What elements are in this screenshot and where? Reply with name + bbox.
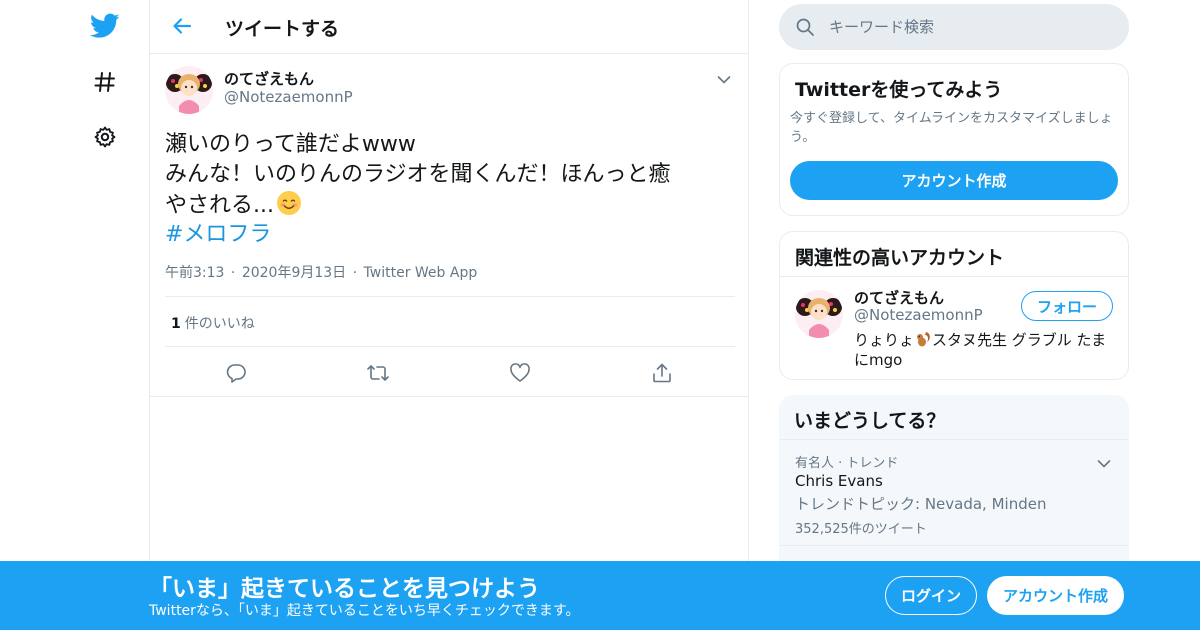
hashtag-link[interactable]: #メロフラ — [165, 222, 271, 247]
account-handle[interactable]: @NotezaemonnP — [854, 306, 983, 324]
trend-name: Chris Evans — [795, 472, 883, 490]
signup-card-title: Twitterを使ってみよう — [795, 79, 1003, 101]
related-accounts-card: 関連性の高いアカウント のてざえもん @NotezaemonnP フォロー りょ… — [779, 231, 1129, 380]
arrow-left-icon[interactable] — [168, 12, 196, 40]
meta-separator: · — [230, 265, 236, 281]
create-account-button[interactable]: アカウント作成 — [790, 161, 1118, 200]
trend-item[interactable]: 有名人 · トレンド Chris Evans トレンドトピック: Nevada,… — [779, 440, 1129, 546]
tweet-date[interactable]: 2020年9月13日 — [242, 265, 346, 281]
divider — [150, 396, 748, 397]
trend-topic: トレンドトピック: Nevada, Minden — [795, 495, 1047, 513]
heart-icon[interactable] — [505, 358, 535, 388]
like-count: 1 — [171, 316, 181, 332]
signup-card: Twitterを使ってみよう 今すぐ登録して、タイムラインをカスタマイズしましょ… — [779, 63, 1129, 216]
trend-category: 有名人 · トレンド — [795, 456, 899, 471]
tweet-text-line-1: 瀬いのりって誰だよwww — [165, 132, 416, 157]
tweet-text-line-3-text: やされる... — [165, 193, 274, 218]
retweet-icon[interactable] — [363, 358, 393, 388]
author-handle[interactable]: @NotezaemonnP — [224, 88, 353, 106]
trends-card-title: いまどうしてる？ — [794, 410, 946, 432]
search-icon — [795, 17, 815, 37]
account-bio: りょりょ スタヌ先生 グラブル たま にmgo — [854, 330, 1116, 370]
search-box[interactable] — [779, 4, 1129, 50]
search-input[interactable] — [829, 15, 1109, 39]
smiling-face-emoji-icon — [276, 190, 302, 216]
avatar[interactable] — [795, 290, 843, 338]
banner-title: 「いま」起きていることを見つけよう — [149, 576, 540, 602]
reply-icon[interactable] — [221, 358, 251, 388]
banner-subtitle: Twitterなら、「いま」起きていることをいち早くチェックできます。 — [149, 603, 580, 619]
chevron-down-icon[interactable] — [717, 70, 735, 84]
trends-card-header: いまどうしてる？ — [779, 395, 1129, 440]
tweet-source[interactable]: Twitter Web App — [364, 265, 478, 281]
related-card-header: 関連性の高いアカウント — [780, 232, 1128, 277]
follow-button[interactable]: フォロー — [1021, 291, 1113, 321]
squirrel-emoji-icon — [914, 330, 932, 348]
tweet-text: 瀬いのりって誰だよwww みんな！いのりんのラジオを聞くんだ！ほんっと癒 やされ… — [165, 130, 735, 250]
tweet-text-line-2: みんな！いのりんのラジオを聞くんだ！ほんっと癒 — [165, 162, 671, 187]
login-button[interactable]: ログイン — [885, 576, 977, 615]
avatar[interactable] — [165, 66, 213, 114]
twitter-bird-icon[interactable] — [89, 10, 121, 42]
page-title: ツイートする — [225, 18, 340, 40]
tweet-text-line-3: やされる... — [165, 190, 735, 220]
tweet-actions — [165, 358, 735, 388]
tweet-meta: 午前3:13 · 2020年9月13日 · Twitter Web App — [165, 262, 477, 282]
meta-separator: · — [352, 265, 358, 281]
bio-text-line-2: にmgo — [854, 351, 903, 369]
bio-text-a: りょりょ — [854, 331, 915, 349]
author-name[interactable]: のてざえもん — [224, 68, 314, 89]
gear-icon[interactable] — [89, 121, 121, 153]
share-icon[interactable] — [647, 358, 677, 388]
chevron-down-icon[interactable] — [1097, 454, 1113, 468]
account-name[interactable]: のてざえもん — [854, 287, 944, 308]
like-count-link[interactable]: 1 件のいいね — [171, 313, 255, 333]
main-column: ツイートする のてざえもん @NotezaemonnP 瀬いのりって誰だよwww… — [149, 0, 749, 630]
hashtag-icon[interactable] — [89, 66, 121, 98]
left-nav — [0, 0, 150, 630]
divider — [165, 296, 735, 297]
related-card-title: 関連性の高いアカウント — [795, 247, 1005, 269]
tweet-time[interactable]: 午前3:13 — [165, 265, 224, 281]
signup-card-description: 今すぐ登録して、タイムラインをカスタマイズしましょう。 — [790, 111, 1113, 145]
signup-banner: 「いま」起きていることを見つけよう Twitterなら、「いま」起きていることを… — [0, 561, 1200, 630]
divider — [165, 346, 735, 347]
bio-text-b: スタヌ先生 グラブル たま — [932, 331, 1107, 349]
trend-count: 352,525件のツイート — [795, 522, 927, 537]
signup-button[interactable]: アカウント作成 — [987, 576, 1124, 615]
like-label: 件のいいね — [184, 316, 255, 332]
main-header: ツイートする — [150, 0, 748, 54]
